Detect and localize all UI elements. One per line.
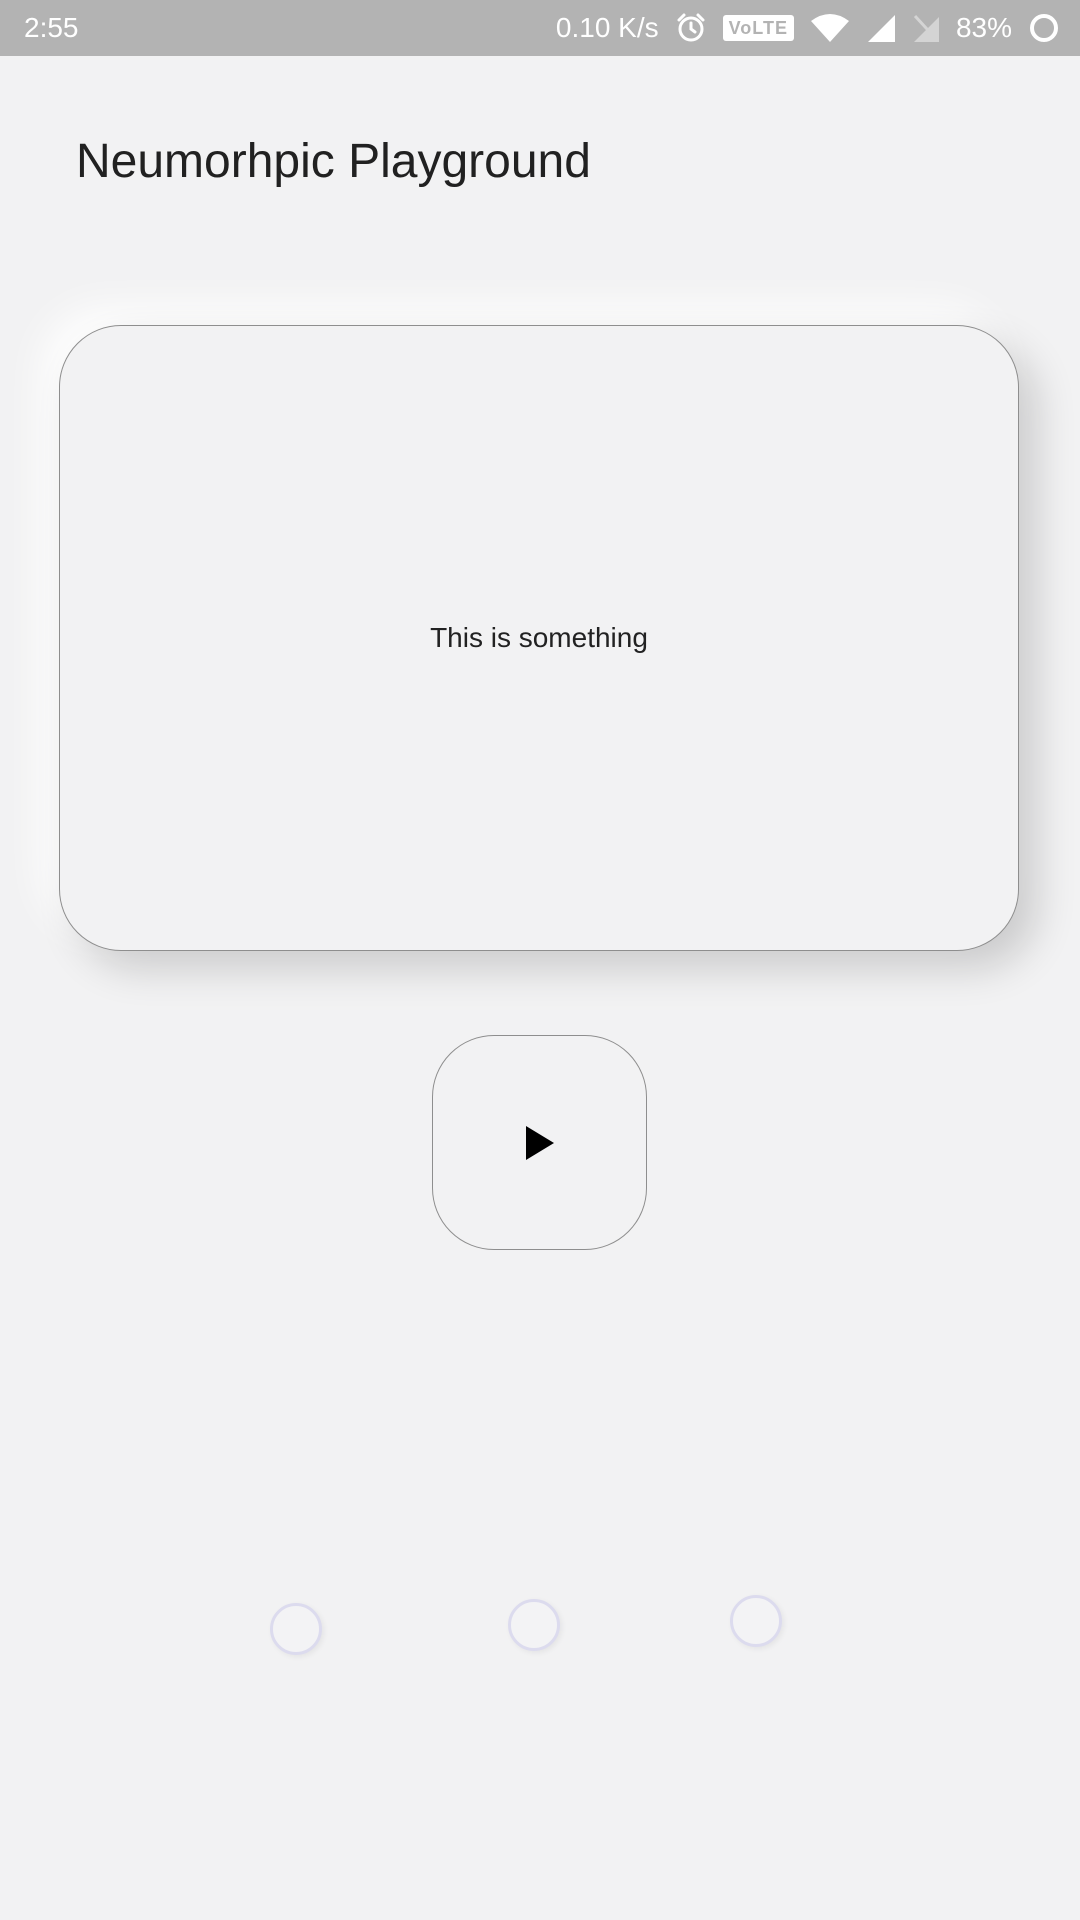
play-button[interactable] — [432, 1035, 647, 1250]
indicator-dot-3[interactable] — [730, 1595, 782, 1647]
page-title: Neumorhpic Playground — [76, 135, 591, 188]
alarm-icon — [675, 12, 707, 44]
status-icons: 0.10 K/s VoLTE 83% — [556, 0, 1060, 56]
neumorphic-card: This is something — [59, 325, 1019, 951]
network-speed: 0.10 K/s — [555, 12, 659, 43]
volte-icon: VoLTE — [722, 15, 794, 41]
indicator-dot-2[interactable] — [508, 1599, 560, 1651]
wifi-icon — [810, 13, 850, 43]
signal-icon — [866, 13, 896, 43]
battery-ring-icon — [1028, 12, 1060, 44]
status-time: 2:55 — [24, 12, 79, 43]
no-sim-icon — [912, 13, 940, 43]
status-bar: 2:55 0.10 K/s VoLTE 83% — [0, 0, 1080, 56]
play-icon — [524, 1125, 556, 1161]
card-text: This is something — [430, 622, 648, 653]
battery-percent: 83% — [955, 12, 1012, 43]
indicator-dot-1[interactable] — [270, 1603, 322, 1655]
